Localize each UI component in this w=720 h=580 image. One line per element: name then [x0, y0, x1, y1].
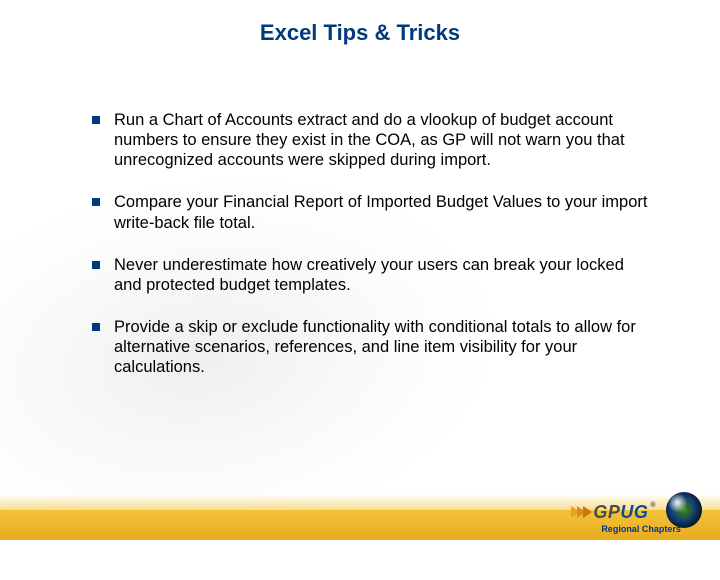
gpug-logo: GPUG® Regional Chapters — [571, 502, 656, 523]
bullet-text: Run a Chart of Accounts extract and do a… — [114, 110, 654, 170]
list-item: Compare your Financial Report of Importe… — [92, 192, 654, 232]
logo-ug: UG — [620, 502, 648, 522]
footer-right: GPUG® Regional Chapters — [571, 492, 702, 532]
chevron-icon — [571, 506, 589, 518]
registered-mark: ® — [650, 502, 656, 509]
logo-gp: GP — [593, 502, 620, 522]
globe-icon — [666, 492, 702, 528]
list-item: Provide a skip or exclude functionality … — [92, 317, 654, 377]
bullet-icon — [92, 261, 100, 269]
bullet-icon — [92, 116, 100, 124]
bullet-list: Run a Chart of Accounts extract and do a… — [92, 110, 654, 399]
list-item: Never underestimate how creatively your … — [92, 255, 654, 295]
bullet-icon — [92, 198, 100, 206]
logo-text: GPUG® — [593, 502, 656, 523]
bullet-text: Never underestimate how creatively your … — [114, 255, 654, 295]
bullet-text: Compare your Financial Report of Importe… — [114, 192, 654, 232]
bullet-icon — [92, 323, 100, 331]
slide-title: Excel Tips & Tricks — [0, 20, 720, 46]
list-item: Run a Chart of Accounts extract and do a… — [92, 110, 654, 170]
bullet-text: Provide a skip or exclude functionality … — [114, 317, 654, 377]
logo-caption: Regional Chapters — [601, 524, 656, 534]
